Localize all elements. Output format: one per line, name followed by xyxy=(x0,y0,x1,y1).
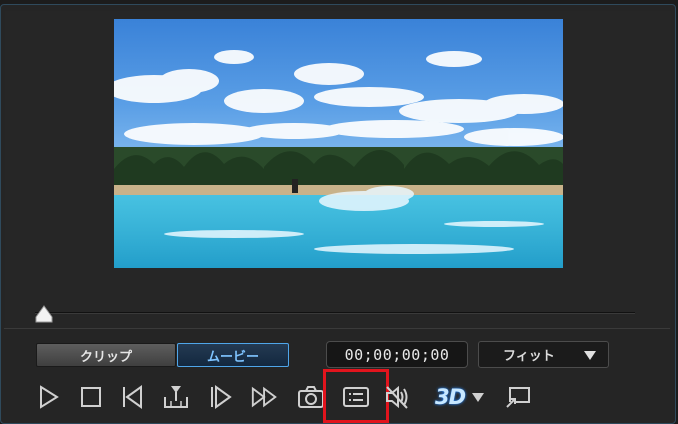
fast-forward-icon xyxy=(251,386,277,408)
zoom-select[interactable]: フィット xyxy=(478,341,609,368)
stop-icon xyxy=(81,387,101,407)
play-icon xyxy=(40,385,59,409)
volume-button[interactable] xyxy=(382,382,412,412)
video-preview-image xyxy=(114,50,563,268)
preview-viewer xyxy=(5,11,671,329)
chevron-down-icon xyxy=(472,392,484,402)
highlight-box xyxy=(323,369,389,423)
previous-frame-button[interactable] xyxy=(118,382,148,412)
volume-icon xyxy=(386,385,408,409)
fast-forward-button[interactable] xyxy=(250,382,280,412)
split-clip-button[interactable] xyxy=(161,382,191,412)
timecode-display[interactable]: 00;00;00;00 xyxy=(326,341,468,368)
3d-menu-button[interactable] xyxy=(468,382,488,412)
3d-mode-button[interactable]: 3D xyxy=(432,382,468,412)
stop-button[interactable] xyxy=(76,382,106,412)
next-frame-icon xyxy=(211,385,232,409)
next-frame-button[interactable] xyxy=(206,382,236,412)
video-frame xyxy=(114,19,563,268)
3d-label: 3D xyxy=(434,385,466,409)
clip-mode-tab[interactable]: クリップ xyxy=(36,343,176,367)
chevron-down-icon xyxy=(584,351,596,360)
movie-mode-tab[interactable]: ムービー xyxy=(177,343,289,367)
seek-track[interactable] xyxy=(35,312,635,314)
seek-thumb-icon[interactable] xyxy=(35,305,53,323)
seek-bar[interactable] xyxy=(31,305,641,327)
zoom-select-value: フィット xyxy=(503,349,555,364)
previous-frame-icon xyxy=(123,385,142,409)
snapshot-button[interactable] xyxy=(296,382,326,412)
camera-icon xyxy=(298,386,324,408)
external-display-icon xyxy=(506,387,530,408)
play-button[interactable] xyxy=(33,382,63,412)
split-clip-icon xyxy=(164,386,188,408)
divider xyxy=(4,328,670,329)
external-display-button[interactable] xyxy=(503,382,533,412)
